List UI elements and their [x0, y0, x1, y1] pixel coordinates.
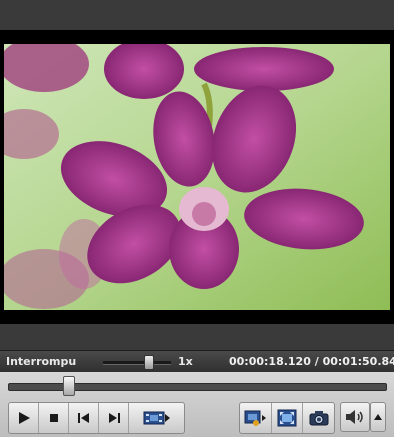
video-area: [0, 0, 394, 350]
seek-bar-handle[interactable]: [63, 376, 75, 396]
fullscreen-button[interactable]: [272, 403, 303, 433]
fullscreen-icon: [277, 409, 297, 427]
play-button[interactable]: [9, 403, 39, 433]
film-playlist-icon: [143, 411, 170, 425]
volume-menu-button[interactable]: [370, 402, 386, 432]
skip-next-icon: [108, 413, 120, 423]
time-display: 00:00:18.120 / 00:01:50.840: [229, 355, 394, 368]
video-frame[interactable]: [0, 30, 394, 324]
previous-button[interactable]: [69, 403, 99, 433]
skip-previous-icon: [77, 413, 89, 423]
snapshot-button[interactable]: [303, 403, 334, 433]
stop-button[interactable]: [39, 403, 69, 433]
video-effects-button[interactable]: [240, 403, 272, 433]
playlist-button[interactable]: [129, 403, 184, 433]
speed-slider[interactable]: [103, 361, 171, 365]
view-controls: [239, 402, 335, 434]
speed-label: 1x: [178, 355, 193, 368]
media-player: Interrompu 1x 00:00:18.120 / 00:01:50.84…: [0, 0, 394, 437]
camera-icon: [309, 411, 328, 426]
transport-controls: [8, 402, 185, 434]
stop-icon: [49, 414, 58, 422]
speaker-icon: [346, 410, 363, 424]
control-panel: [0, 372, 394, 437]
speed-slider-handle[interactable]: [144, 355, 154, 370]
next-button[interactable]: [99, 403, 129, 433]
time-separator: /: [314, 355, 319, 368]
status-bar: Interrompu 1x 00:00:18.120 / 00:01:50.84…: [0, 350, 394, 373]
play-icon: [18, 412, 30, 424]
triangle-up-icon: [374, 414, 382, 420]
playback-state: Interrompu: [6, 355, 77, 368]
total-time: 00:01:50.840: [322, 355, 394, 368]
video-effects-icon: [244, 410, 266, 426]
volume-button[interactable]: [340, 402, 370, 432]
video-image: [4, 44, 390, 310]
current-time: 00:00:18.120: [229, 355, 311, 368]
